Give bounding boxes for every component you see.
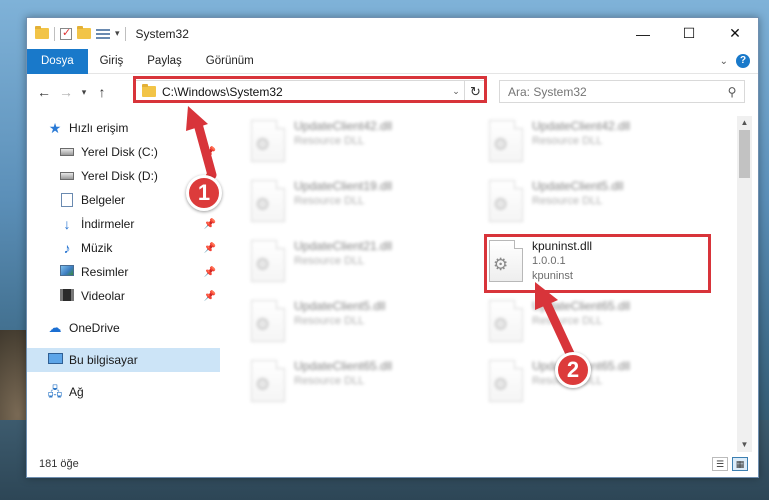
arrow-2 — [535, 282, 577, 363]
annotation-arrows — [186, 106, 577, 363]
step-badge-1: 1 — [186, 175, 222, 211]
arrow-1 — [186, 106, 217, 180]
step-badge-2: 2 — [555, 352, 591, 388]
